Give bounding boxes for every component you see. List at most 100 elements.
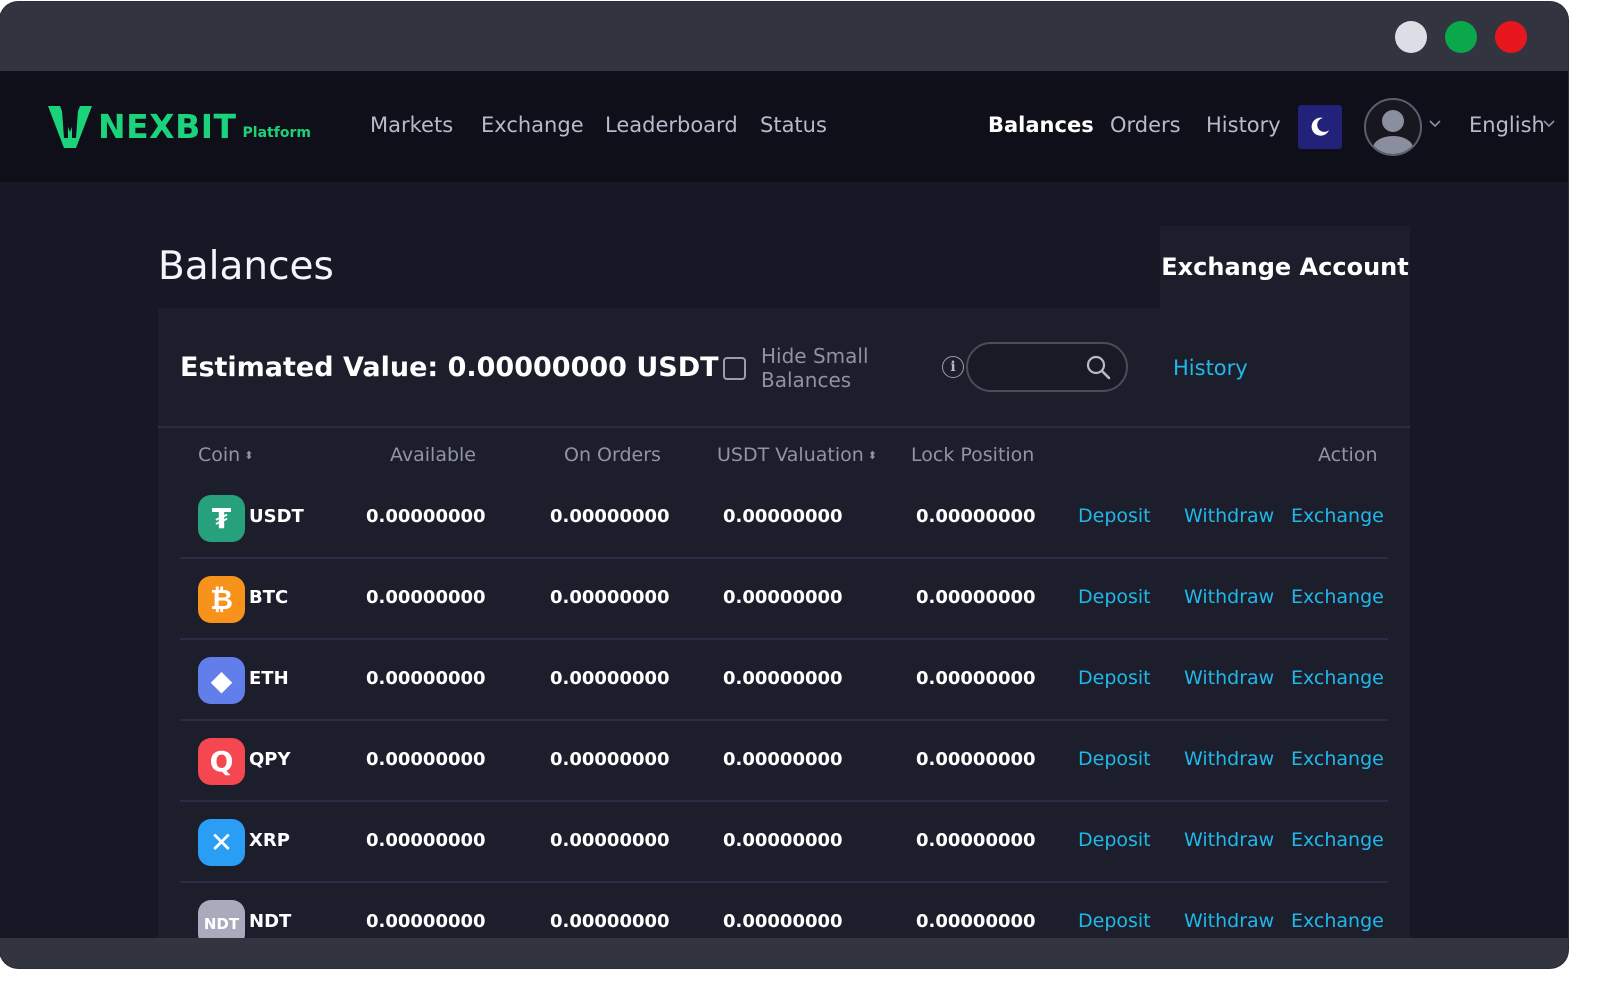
user-avatar[interactable] <box>1364 98 1422 156</box>
bitcoin-icon: ₿ <box>198 576 245 623</box>
deposit-link[interactable]: Deposit <box>1078 748 1151 770</box>
exchange-link[interactable]: Exchange <box>1291 505 1384 527</box>
chevron-down-icon[interactable] <box>1428 117 1442 133</box>
balances-history-link[interactable]: History <box>1173 356 1248 380</box>
available-value: 0.00000000 <box>366 587 486 608</box>
window-close-button[interactable] <box>1495 21 1527 53</box>
nav-balances[interactable]: Balances <box>988 113 1094 137</box>
withdraw-link[interactable]: Withdraw <box>1184 667 1274 689</box>
brand-logo[interactable]: NEXBIT Platform <box>46 101 311 151</box>
page-title: Balances <box>158 244 334 289</box>
balances-panel: Estimated Value: 0.00000000 USDT Hide Sm… <box>158 308 1410 948</box>
coin-name: NDT <box>249 911 292 932</box>
withdraw-link[interactable]: Withdraw <box>1184 586 1274 608</box>
moon-icon <box>1311 117 1329 136</box>
ripple-icon: ✕ <box>198 819 245 866</box>
top-navbar: NEXBIT Platform Markets Exchange Leaderb… <box>0 71 1568 182</box>
hide-small-balances-checkbox[interactable] <box>723 357 746 380</box>
table-row: ✕ XRP 0.00000000 0.00000000 0.00000000 0.0000… <box>180 802 1388 883</box>
deposit-link[interactable]: Deposit <box>1078 667 1151 689</box>
usdt-valuation-value: 0.00000000 <box>723 749 843 770</box>
withdraw-link[interactable]: Withdraw <box>1184 748 1274 770</box>
column-header-usdt-valuation[interactable]: USDT Valuation ⬍ <box>717 444 877 466</box>
deposit-link[interactable]: Deposit <box>1078 910 1151 932</box>
nav-markets[interactable]: Markets <box>370 113 453 137</box>
withdraw-link[interactable]: Withdraw <box>1184 910 1274 932</box>
column-header-available: Available <box>390 444 477 466</box>
hide-small-balances-label[interactable]: Hide Small Balances <box>761 344 901 392</box>
sort-icon: ⬍ <box>244 449 254 462</box>
nav-status[interactable]: Status <box>760 113 827 137</box>
available-value: 0.00000000 <box>366 506 486 527</box>
lock-position-value: 0.00000000 <box>916 830 1036 851</box>
search-icon[interactable] <box>1085 354 1111 380</box>
coin-name: USDT <box>249 506 304 527</box>
tether-icon: ₮ <box>198 495 245 542</box>
available-value: 0.00000000 <box>366 830 486 851</box>
title-bar <box>0 2 1568 71</box>
on-orders-value: 0.00000000 <box>550 830 670 851</box>
brand-name: NEXBIT <box>98 106 237 146</box>
coin-name: ETH <box>249 668 289 689</box>
column-header-lock-position: Lock Position <box>911 444 1035 466</box>
usdt-valuation-value: 0.00000000 <box>723 506 843 527</box>
window-minimize-button[interactable] <box>1395 21 1427 53</box>
sort-icon: ⬍ <box>867 449 877 462</box>
column-header-coin[interactable]: Coin ⬍ <box>198 444 253 466</box>
table-row: ₿ BTC 0.00000000 0.00000000 0.00000000 0.0000… <box>180 559 1388 640</box>
lock-position-value: 0.00000000 <box>916 668 1036 689</box>
ethereum-icon: ◆ <box>198 657 245 704</box>
search-box[interactable] <box>966 342 1128 392</box>
exchange-link[interactable]: Exchange <box>1291 910 1384 932</box>
exchange-link[interactable]: Exchange <box>1291 586 1384 608</box>
exchange-account-tab[interactable]: Exchange Account <box>1160 226 1410 308</box>
coin-name: XRP <box>249 830 290 851</box>
available-value: 0.00000000 <box>366 668 486 689</box>
user-icon <box>1373 110 1413 154</box>
usdt-valuation-value: 0.00000000 <box>723 911 843 932</box>
exchange-link[interactable]: Exchange <box>1291 667 1384 689</box>
coin-name: QPY <box>249 749 291 770</box>
nav-exchange[interactable]: Exchange <box>481 113 584 137</box>
bottom-bar <box>0 938 1568 968</box>
balances-table: ₮ USDT 0.00000000 0.00000000 0.00000000 0.000… <box>180 478 1388 964</box>
nav-leaderboard[interactable]: Leaderboard <box>605 113 738 137</box>
language-selector[interactable]: English <box>1469 113 1545 137</box>
estimated-value: Estimated Value: 0.00000000 USDT <box>180 352 719 383</box>
info-icon[interactable]: i <box>942 356 964 378</box>
usdt-valuation-value: 0.00000000 <box>723 587 843 608</box>
table-row: ₮ USDT 0.00000000 0.00000000 0.00000000 0.000… <box>180 478 1388 559</box>
on-orders-value: 0.00000000 <box>550 749 670 770</box>
deposit-link[interactable]: Deposit <box>1078 505 1151 527</box>
lock-position-value: 0.00000000 <box>916 587 1036 608</box>
nav-history[interactable]: History <box>1206 113 1281 137</box>
nav-orders[interactable]: Orders <box>1110 113 1181 137</box>
chevron-down-icon[interactable] <box>1542 117 1556 133</box>
exchange-link[interactable]: Exchange <box>1291 748 1384 770</box>
exchange-link[interactable]: Exchange <box>1291 829 1384 851</box>
table-row: ◆ ETH 0.00000000 0.00000000 0.00000000 0.0000… <box>180 640 1388 721</box>
brand-sub: Platform <box>242 125 311 141</box>
app-window: NEXBIT Platform Markets Exchange Leaderb… <box>0 2 1568 968</box>
on-orders-value: 0.00000000 <box>550 911 670 932</box>
usdt-valuation-value: 0.00000000 <box>723 668 843 689</box>
lock-position-value: 0.00000000 <box>916 911 1036 932</box>
withdraw-link[interactable]: Withdraw <box>1184 505 1274 527</box>
deposit-link[interactable]: Deposit <box>1078 586 1151 608</box>
available-value: 0.00000000 <box>366 749 486 770</box>
coin-name: BTC <box>249 587 289 608</box>
withdraw-link[interactable]: Withdraw <box>1184 829 1274 851</box>
window-maximize-button[interactable] <box>1445 21 1477 53</box>
lock-position-value: 0.00000000 <box>916 506 1036 527</box>
nexbit-logo-icon <box>48 106 92 148</box>
deposit-link[interactable]: Deposit <box>1078 829 1151 851</box>
theme-toggle-button[interactable] <box>1298 105 1342 149</box>
on-orders-value: 0.00000000 <box>550 587 670 608</box>
panel-divider <box>158 426 1410 428</box>
lock-position-value: 0.00000000 <box>916 749 1036 770</box>
search-input[interactable] <box>980 352 1080 382</box>
usdt-valuation-value: 0.00000000 <box>723 830 843 851</box>
main-content: Balances Exchange Account Estimated Valu… <box>0 182 1568 948</box>
qpy-icon: Q <box>198 738 245 785</box>
column-header-on-orders: On Orders <box>564 444 661 466</box>
